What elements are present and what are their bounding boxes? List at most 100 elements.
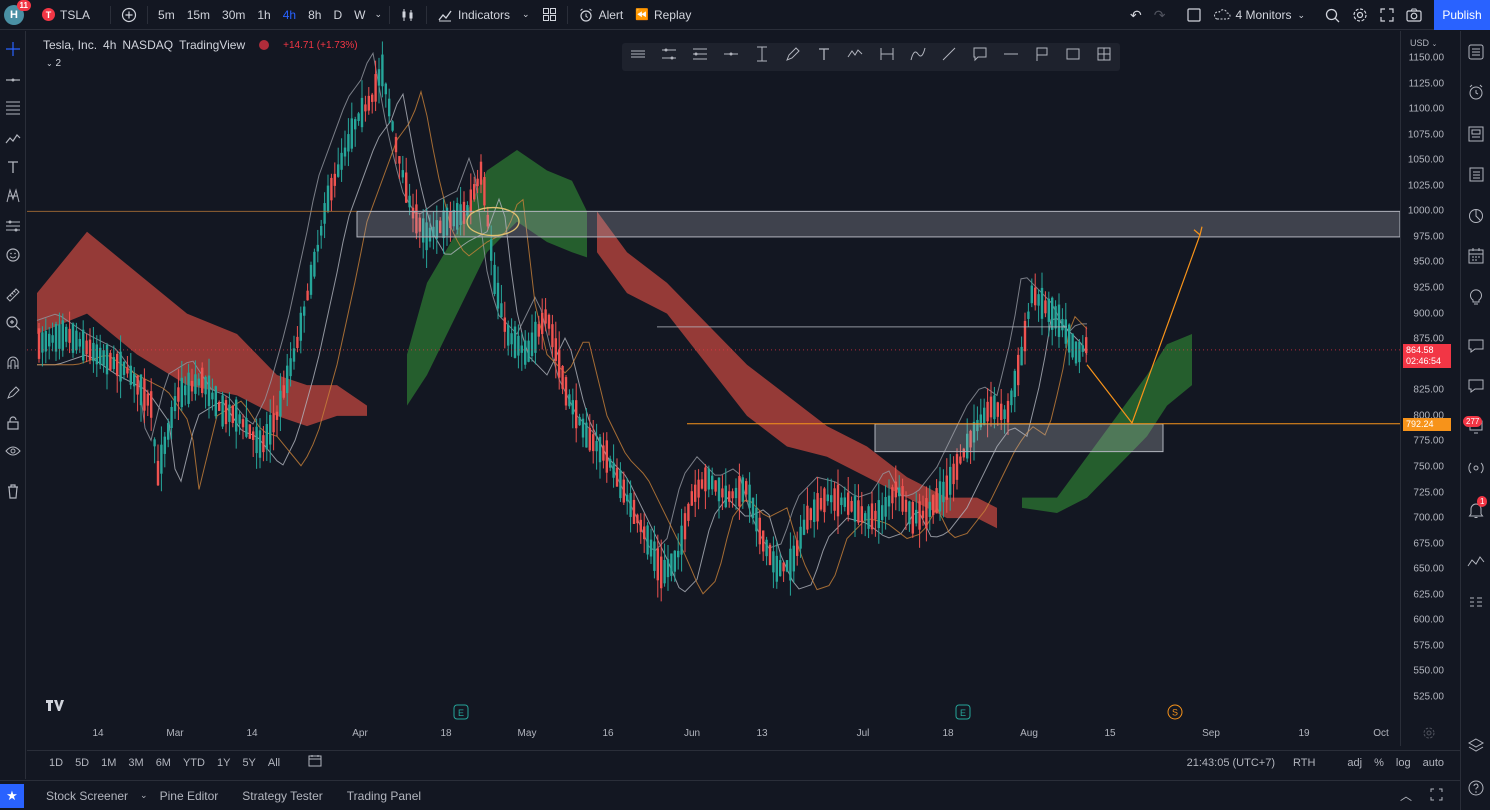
tab-strategy-tester[interactable]: Strategy Tester — [230, 789, 334, 803]
search-icon[interactable] — [1319, 0, 1346, 30]
star-icon[interactable]: ★ — [0, 783, 24, 808]
chevron-down-icon[interactable]: ⌄ — [140, 790, 148, 801]
interval-4h[interactable]: 4h — [277, 0, 302, 30]
chevron-up-icon[interactable]: ︿ — [1400, 787, 1412, 804]
undo-icon[interactable]: ↶ — [1124, 0, 1148, 30]
path-icon[interactable] — [844, 46, 866, 68]
emoji-icon[interactable] — [3, 247, 23, 267]
range-1y[interactable]: 1Y — [211, 757, 236, 769]
ideas-lightbulb-icon[interactable] — [1466, 287, 1486, 307]
interval-d[interactable]: D — [327, 0, 348, 30]
trash-icon[interactable] — [3, 483, 23, 503]
fullscreen-icon[interactable] — [1374, 0, 1400, 30]
chat-icon[interactable] — [1466, 337, 1486, 357]
brush-icon[interactable] — [3, 131, 23, 151]
range-3m[interactable]: 3M — [122, 757, 149, 769]
broadcast-icon[interactable] — [1466, 459, 1486, 479]
indicator-count-toggle[interactable]: ⌄ 2 — [46, 58, 61, 69]
chart-type-button[interactable] — [394, 0, 422, 30]
data-window-icon[interactable] — [1466, 165, 1486, 185]
user-avatar[interactable]: H 11 — [4, 0, 31, 25]
indicators-button[interactable]: Indicators ⌄ — [431, 0, 536, 30]
auto-toggle[interactable]: auto — [1417, 757, 1450, 769]
price-axis[interactable]: 1150.00 1125.00 1100.00 1075.00 1050.00 1025.… — [1400, 31, 1460, 746]
ray-icon[interactable] — [938, 46, 960, 68]
text-tool-icon[interactable] — [813, 46, 835, 68]
date-range-icon[interactable] — [876, 46, 898, 68]
ruler-icon[interactable] — [3, 287, 23, 307]
pattern-icon[interactable] — [3, 188, 23, 208]
flag-icon[interactable] — [1031, 46, 1053, 68]
interval-8h[interactable]: 8h — [302, 0, 327, 30]
log-toggle[interactable]: log — [1390, 757, 1417, 769]
range-1m[interactable]: 1M — [95, 757, 122, 769]
interval-w[interactable]: W — [348, 0, 371, 30]
extended-line-icon[interactable] — [1000, 46, 1022, 68]
curve-icon[interactable] — [907, 46, 929, 68]
horizontal-line-icon[interactable] — [720, 46, 742, 68]
range-5y[interactable]: 5Y — [236, 757, 261, 769]
interval-5m[interactable]: 5m — [152, 0, 181, 30]
dom-icon[interactable] — [1466, 593, 1486, 613]
earnings-marker-icon[interactable]: E — [453, 704, 471, 720]
interval-30m[interactable]: 30m — [216, 0, 251, 30]
private-chat-icon[interactable] — [1466, 377, 1486, 397]
pencil-icon[interactable] — [782, 46, 804, 68]
time-axis[interactable]: 14 Mar 14 Apr 18 May 16 Jun 13 Jul 18 Aug 15 Sep 19 Oct — [27, 722, 1400, 746]
lock-icon[interactable] — [3, 415, 23, 435]
layout-button[interactable] — [1181, 0, 1207, 30]
prediction-icon[interactable] — [3, 218, 23, 238]
interval-1h[interactable]: 1h — [251, 0, 276, 30]
axis-settings-gear-icon[interactable] — [1422, 726, 1436, 740]
alarm-clock-icon[interactable] — [1466, 83, 1486, 103]
hotlist-icon[interactable] — [1466, 207, 1486, 227]
range-all[interactable]: All — [262, 757, 286, 769]
rectangle-icon[interactable] — [1062, 46, 1084, 68]
range-ytd[interactable]: YTD — [177, 757, 211, 769]
range-1d[interactable]: 1D — [43, 757, 69, 769]
chart-legend[interactable]: Tesla, Inc. 4h NASDAQ TradingView +14.71… — [43, 38, 358, 52]
layers-icon[interactable] — [1466, 737, 1486, 757]
goto-date-icon[interactable] — [302, 754, 328, 771]
pine-chart-icon[interactable] — [1466, 553, 1486, 573]
percent-toggle[interactable]: % — [1368, 757, 1390, 769]
news-icon[interactable] — [1466, 125, 1486, 145]
chart-pane[interactable] — [27, 31, 1400, 746]
replay-button[interactable]: ⏪ Replay — [629, 0, 697, 30]
interval-dropdown-icon[interactable]: ⌄ — [371, 0, 385, 30]
range-6m[interactable]: 6M — [150, 757, 177, 769]
alert-button[interactable]: Alert — [572, 0, 630, 30]
stay-drawing-icon[interactable] — [3, 385, 23, 405]
symbol-search-button[interactable]: T TSLA — [36, 0, 96, 30]
tab-trading-panel[interactable]: Trading Panel — [335, 789, 433, 803]
horizontal-ray-icon[interactable] — [627, 46, 649, 68]
watchlist-icon[interactable] — [1466, 43, 1486, 63]
split-marker-icon[interactable]: S — [1166, 704, 1184, 720]
parallel-channel-icon[interactable] — [658, 46, 680, 68]
magnet-icon[interactable] — [3, 355, 23, 375]
maximize-panel-icon[interactable] — [1430, 788, 1443, 804]
camera-icon[interactable] — [1400, 0, 1428, 30]
session-toggle[interactable]: RTH — [1287, 757, 1321, 769]
adj-toggle[interactable]: adj — [1341, 757, 1368, 769]
trendline-icon[interactable] — [3, 71, 23, 91]
redo-icon[interactable]: ↷ — [1148, 0, 1172, 30]
templates-button[interactable] — [536, 0, 563, 30]
publish-button[interactable]: Publish — [1434, 0, 1490, 30]
clock-timezone[interactable]: 21:43:05 (UTC+7) — [1181, 757, 1281, 769]
compare-symbol-button[interactable] — [115, 0, 143, 30]
table-icon[interactable] — [1093, 46, 1115, 68]
callout-icon[interactable] — [969, 46, 991, 68]
tab-stock-screener[interactable]: Stock Screener — [34, 789, 140, 803]
help-icon[interactable] — [1466, 779, 1486, 799]
fib-retracement-icon[interactable] — [3, 99, 23, 119]
range-5d[interactable]: 5D — [69, 757, 95, 769]
monitors-button[interactable]: 4 Monitors ⌄ — [1207, 0, 1311, 30]
gear-icon[interactable] — [1346, 0, 1374, 30]
tab-pine-editor[interactable]: Pine Editor — [148, 789, 231, 803]
zoom-in-icon[interactable] — [3, 315, 23, 335]
currency-selector[interactable]: USD ⌄ — [1410, 38, 1437, 48]
calendar-icon[interactable] — [1466, 247, 1486, 267]
text-icon[interactable] — [3, 159, 23, 179]
eye-icon[interactable] — [3, 443, 23, 463]
